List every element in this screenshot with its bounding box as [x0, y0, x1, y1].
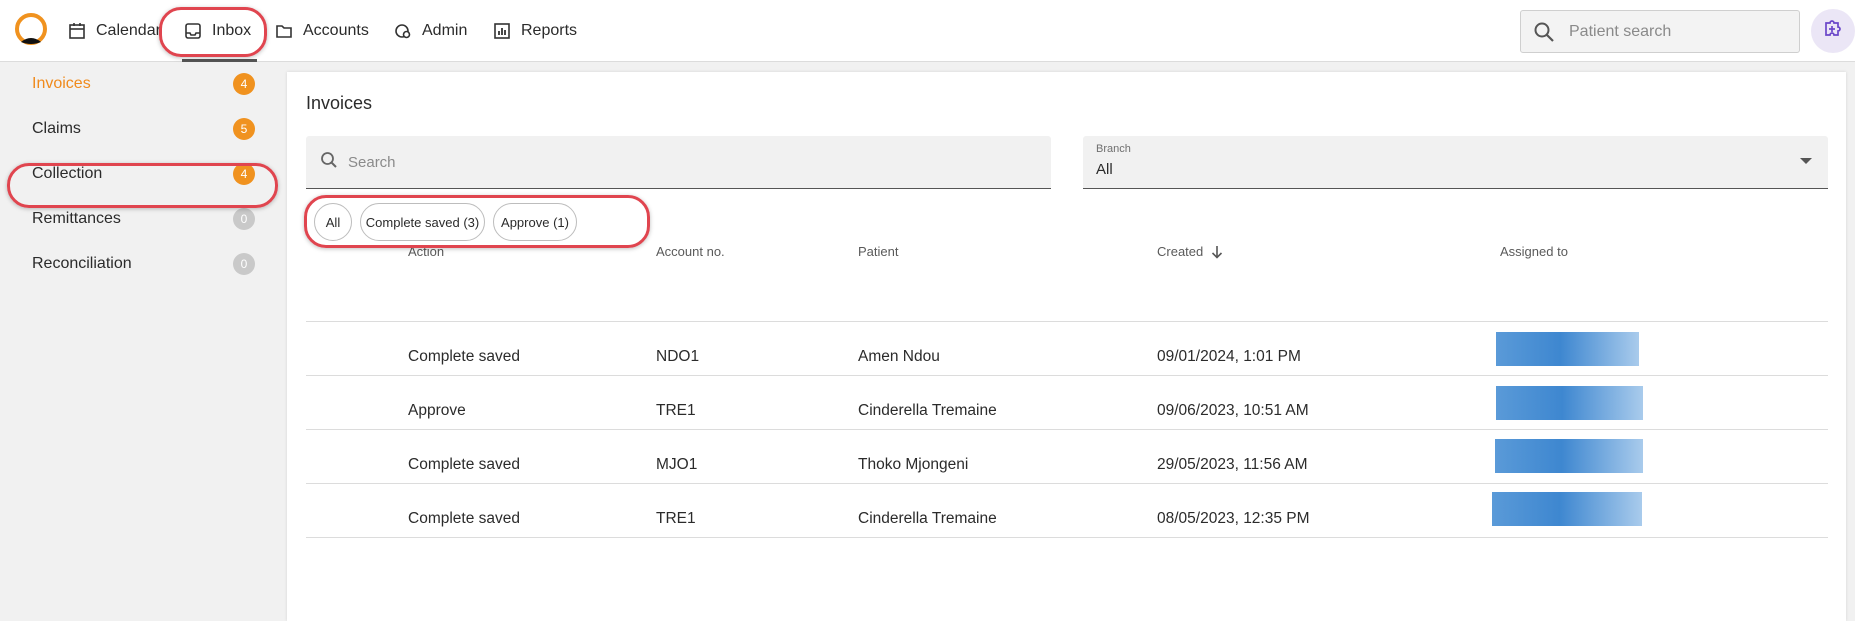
column-header-created-label: Created	[1157, 244, 1204, 259]
column-header-patient[interactable]: Patient	[858, 244, 898, 259]
column-header-assigned[interactable]: Assigned to	[1500, 244, 1568, 259]
nav-reports-label: Reports	[521, 22, 578, 39]
sidebar-item-label: Claims	[32, 120, 81, 137]
cell-created: 29/05/2023, 11:56 AM	[1157, 456, 1308, 473]
column-header-action[interactable]: Action	[408, 244, 444, 259]
inbox-icon	[184, 22, 202, 40]
branch-value: All	[1096, 161, 1113, 178]
nav-calendar[interactable]: Calendar	[68, 0, 161, 62]
search-icon	[1533, 21, 1555, 43]
sidebar-item-label: Collection	[32, 165, 103, 182]
cell-action[interactable]: Complete saved	[408, 456, 520, 474]
patient-search-input[interactable]	[1569, 22, 1789, 41]
sidebar-item-reconciliation[interactable]: Reconciliation 0	[0, 242, 287, 286]
cell-account[interactable]: MJO1	[656, 456, 697, 474]
top-navigation-bar: Calendar Inbox Accounts Admin Reports	[0, 0, 1855, 62]
admin-icon	[394, 22, 412, 40]
filter-chip-complete-saved[interactable]: Complete saved (3)	[360, 203, 485, 241]
table-divider	[306, 537, 1828, 538]
sidebar-item-invoices[interactable]: Invoices 4	[0, 62, 287, 106]
cell-action[interactable]: Complete saved	[408, 510, 520, 528]
column-header-created[interactable]: Created	[1157, 244, 1223, 259]
search-icon	[320, 151, 338, 174]
table-divider	[306, 321, 1828, 322]
nav-calendar-label: Calendar	[96, 22, 161, 39]
dropdown-caret-icon	[1800, 158, 1812, 164]
sidebar-item-label: Reconciliation	[32, 255, 132, 272]
nav-reports[interactable]: Reports	[493, 0, 577, 62]
table-divider	[306, 483, 1828, 484]
count-badge: 5	[233, 118, 255, 140]
cell-account[interactable]: TRE1	[656, 402, 696, 420]
invoices-panel: Invoices Branch All All Complete saved (…	[287, 72, 1846, 621]
cell-created: 09/01/2024, 1:01 PM	[1157, 348, 1301, 365]
nav-accounts-label: Accounts	[303, 22, 369, 39]
sidebar-item-label: Invoices	[32, 75, 91, 92]
nav-inbox[interactable]: Inbox	[181, 0, 258, 62]
sort-descending-icon	[1211, 245, 1223, 259]
sidebar: Invoices 4 Claims 5 Collection 4 Remitta…	[0, 62, 287, 621]
assignee-redacted	[1492, 492, 1642, 526]
puzzle-icon	[1821, 17, 1845, 46]
filter-chip-approve[interactable]: Approve (1)	[493, 203, 577, 241]
cell-patient[interactable]: Cinderella Tremaine	[858, 402, 997, 420]
filter-chip-all[interactable]: All	[314, 203, 352, 241]
count-badge: 4	[233, 73, 255, 95]
count-badge: 4	[233, 163, 255, 185]
cell-created: 09/06/2023, 10:51 AM	[1157, 402, 1309, 419]
nav-accounts[interactable]: Accounts	[275, 0, 369, 62]
column-header-account[interactable]: Account no.	[656, 244, 725, 259]
assignee-redacted	[1495, 439, 1643, 473]
branch-select[interactable]: Branch All	[1083, 136, 1828, 189]
invoice-search[interactable]	[306, 136, 1051, 189]
assignee-redacted	[1496, 386, 1643, 420]
sidebar-item-remittances[interactable]: Remittances 0	[0, 197, 287, 241]
count-badge: 0	[233, 253, 255, 275]
table-divider	[306, 375, 1828, 376]
nav-admin[interactable]: Admin	[394, 0, 467, 62]
sidebar-item-label: Remittances	[32, 210, 121, 227]
cell-created: 08/05/2023, 12:35 PM	[1157, 510, 1310, 527]
count-badge: 0	[233, 208, 255, 230]
cell-account[interactable]: TRE1	[656, 510, 696, 528]
cell-action[interactable]: Approve	[408, 402, 466, 420]
table-divider	[306, 429, 1828, 430]
nav-admin-label: Admin	[422, 22, 468, 39]
cell-patient[interactable]: Amen Ndou	[858, 348, 940, 366]
cell-action[interactable]: Complete saved	[408, 348, 520, 366]
cell-patient[interactable]: Cinderella Tremaine	[858, 510, 997, 528]
assignee-redacted	[1496, 332, 1639, 366]
folder-icon	[275, 22, 293, 40]
page-title: Invoices	[306, 93, 373, 113]
invoice-search-input[interactable]	[348, 153, 1028, 171]
nav-inbox-label: Inbox	[212, 22, 252, 39]
cell-account[interactable]: NDO1	[656, 348, 699, 366]
extensions-button[interactable]	[1811, 9, 1855, 53]
branch-label: Branch	[1096, 143, 1131, 155]
sidebar-item-claims[interactable]: Claims 5	[0, 107, 287, 151]
calendar-icon	[68, 22, 86, 40]
sidebar-item-collection[interactable]: Collection 4	[0, 152, 287, 196]
cell-patient[interactable]: Thoko Mjongeni	[858, 456, 968, 474]
patient-search[interactable]	[1520, 10, 1800, 53]
app-logo[interactable]	[13, 12, 49, 48]
reports-icon	[493, 22, 511, 40]
